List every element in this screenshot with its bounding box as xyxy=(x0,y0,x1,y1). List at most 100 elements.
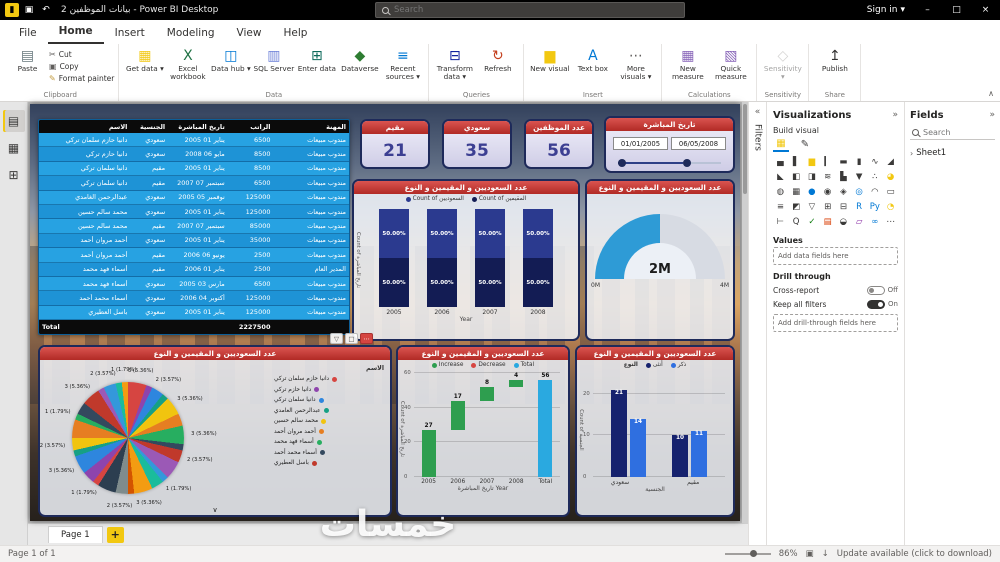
field-item-sheet1[interactable]: › Sheet1 xyxy=(910,144,995,162)
get-data-button[interactable]: ▦Get data ▾ xyxy=(123,46,166,73)
table-icon[interactable]: ⊞ xyxy=(820,200,835,214)
map-icon[interactable]: ● xyxy=(805,185,820,199)
legend-item[interactable]: باسل العطيري xyxy=(274,458,384,469)
keep-all-filters-toggle[interactable] xyxy=(867,300,885,309)
report-view-icon[interactable]: ▤ xyxy=(3,110,25,132)
legend-item[interactable]: عبدالرحمن الغامدي xyxy=(274,406,384,417)
tab-insert[interactable]: Insert xyxy=(104,23,156,44)
ribbon-chart-icon[interactable]: ≋ xyxy=(820,170,835,184)
recent-sources-button[interactable]: ≡Recent sources ▾ xyxy=(381,46,424,82)
fields-search-box[interactable] xyxy=(910,126,995,140)
table-row[interactable]: أحمد مروان أحمدسعودييناير 01 200535000من… xyxy=(39,234,349,248)
date-slicer[interactable]: تاريخ المباشرة 01/01/2005 06/05/2008 xyxy=(604,116,735,173)
stacked-bar-chart-visual[interactable]: عدد السعوديين و المقيمين و النوع Count o… xyxy=(352,179,580,341)
model-view-icon[interactable]: ⊞ xyxy=(3,164,25,186)
legend-item[interactable]: دانيا سلمان تركي xyxy=(274,395,384,406)
kpi-icon[interactable]: ◩ xyxy=(789,200,804,214)
paste-button[interactable]: ▤Paste xyxy=(6,46,49,73)
fit-to-page-icon[interactable]: ▣ xyxy=(806,549,814,559)
scatter-chart-icon[interactable]: ∴ xyxy=(868,170,883,184)
line-chart-icon[interactable]: ∿ xyxy=(868,155,883,169)
bar[interactable]: 21 xyxy=(611,390,627,477)
employee-table-visual[interactable]: الاسمالجنسيةتاريخ المباشرةالراتبالمهنة د… xyxy=(38,119,350,335)
cross-report-toggle[interactable] xyxy=(867,286,885,295)
funnel-chart-icon[interactable]: ▼ xyxy=(852,170,867,184)
add-page-button[interactable]: + xyxy=(107,527,124,543)
table-row[interactable]: محمد سالم حسينسعودييناير 01 2005125000من… xyxy=(39,205,349,219)
values-field-well[interactable]: Add data fields here xyxy=(773,247,898,265)
key-influencers-icon[interactable]: ◔ xyxy=(883,200,898,214)
gauge-visual[interactable]: عدد السعوديين و المقيمين و النوع 2M 0M 4… xyxy=(585,179,735,341)
pie-circle[interactable] xyxy=(72,382,184,494)
tab-file[interactable]: File xyxy=(8,23,48,44)
text-box-button[interactable]: AText box xyxy=(571,46,614,73)
metrics-icon[interactable]: ✓ xyxy=(805,215,820,229)
table-row[interactable]: دانيا سلمان تركيمقيمسبتمبر 07 20076500من… xyxy=(39,176,349,190)
waterfall-bar[interactable] xyxy=(509,380,523,387)
table-row[interactable]: أسماء فهد محمدسعوديمارس 03 20056500مندوب… xyxy=(39,277,349,291)
waterfall-chart-visual[interactable]: عدد السعوديين و المقيمين و النوع Increas… xyxy=(396,345,570,517)
azure-map-icon[interactable]: ◎ xyxy=(852,185,867,199)
treemap-icon[interactable]: ▦ xyxy=(789,185,804,199)
table-row[interactable]: أسماء فهد محمدمقيميناير 01 20062500المدي… xyxy=(39,263,349,277)
legend-item[interactable]: دانيا حازم سلمان تركي xyxy=(274,374,384,385)
excel-workbook-button[interactable]: XExcel workbook xyxy=(166,46,209,82)
pie-chart-icon[interactable]: ◕ xyxy=(883,170,898,184)
collapse-fields-icon[interactable]: » xyxy=(989,110,995,120)
bar[interactable]: 14 xyxy=(630,419,646,477)
waterfall-bar[interactable] xyxy=(451,401,465,430)
legend-item[interactable]: أسماء فهد محمد xyxy=(274,437,384,448)
get-more-visuals-icon[interactable]: ⋯ xyxy=(883,215,898,229)
filter-icon[interactable]: ▽ xyxy=(330,333,343,344)
collapse-visualizations-icon[interactable]: » xyxy=(892,110,898,120)
table-row[interactable]: أحمد مروان أحمدمقيميونيو 06 20062500مندو… xyxy=(39,248,349,262)
kpi-card-total-employees[interactable]: عدد الموظفين 56 xyxy=(524,119,594,169)
collapse-ribbon-icon[interactable]: ∧ xyxy=(988,89,994,98)
data-hub-button[interactable]: ◫Data hub ▾ xyxy=(209,46,252,73)
table-row[interactable]: دانيا سلمان تركيمقيميناير 01 20058500مند… xyxy=(39,162,349,176)
tab-modeling[interactable]: Modeling xyxy=(156,23,226,44)
python-visual-icon[interactable]: Py xyxy=(868,200,883,214)
power-apps-icon[interactable]: ▱ xyxy=(852,215,867,229)
slicer-icon[interactable]: ▽ xyxy=(805,200,820,214)
page-tab[interactable]: Page 1 xyxy=(48,526,103,543)
expand-filters-icon[interactable]: « xyxy=(755,107,761,117)
table-row[interactable]: باسل العطيريسعودييناير 01 2005125000مندو… xyxy=(39,306,349,320)
pie-chart-visual[interactable]: عدد السعوديين و المقيمين و النوع 3 (5.36… xyxy=(38,345,392,517)
legend-item[interactable]: أسماء محمد أحمد xyxy=(274,448,384,459)
waterfall-bar[interactable] xyxy=(538,380,552,477)
tab-view[interactable]: View xyxy=(226,23,273,44)
clustered-bar-chart-icon[interactable]: ▆ xyxy=(805,155,820,169)
publish-button[interactable]: ↥Publish xyxy=(813,46,856,73)
format-painter-button[interactable]: ✎Format painter xyxy=(49,73,114,84)
waterfall-bar[interactable] xyxy=(480,387,494,401)
stacked-area-chart-icon[interactable]: ◣ xyxy=(773,170,788,184)
gauge-icon[interactable]: ◠ xyxy=(868,185,883,199)
line-and-stacked-column-chart-icon[interactable]: ◧ xyxy=(789,170,804,184)
table-row[interactable]: محمد سالم حسينمقيمسبتمبر 07 200785000مند… xyxy=(39,219,349,233)
waterfall-chart-icon[interactable]: ▙ xyxy=(836,170,851,184)
100-stacked-bar-chart-icon[interactable]: ▬ xyxy=(836,155,851,169)
tab-home[interactable]: Home xyxy=(48,21,104,44)
more-options-icon[interactable]: ⋯ xyxy=(360,333,373,344)
100-stacked-column-chart-icon[interactable]: ▮ xyxy=(852,155,867,169)
bar[interactable]: 11 xyxy=(691,431,707,477)
table-row[interactable]: أسماء محمد أحمدسعوديأكتوبر 04 2006125000… xyxy=(39,291,349,305)
stacked-bar[interactable]: 50.00%50.00% xyxy=(427,209,457,307)
date-range-slider[interactable] xyxy=(618,159,721,168)
legend-item[interactable]: أحمد مروان أحمد xyxy=(274,427,384,438)
focus-mode-icon[interactable]: □ xyxy=(345,333,358,344)
fields-search-input[interactable] xyxy=(923,128,993,137)
multi-row-card-icon[interactable]: ≡ xyxy=(773,200,788,214)
copy-button[interactable]: ▣Copy xyxy=(49,61,114,72)
refresh-button[interactable]: ↻Refresh xyxy=(476,46,519,73)
slider-handle-start[interactable] xyxy=(618,159,626,167)
bar[interactable]: 10 xyxy=(672,435,688,477)
kpi-card-saudi[interactable]: سعودي 35 xyxy=(442,119,512,169)
slicer-end-date[interactable]: 06/05/2008 xyxy=(671,137,726,150)
slicer-start-date[interactable]: 01/01/2005 xyxy=(613,137,668,150)
card-icon[interactable]: ▭ xyxy=(883,185,898,199)
more-visuals-button[interactable]: ⋯More visuals ▾ xyxy=(614,46,657,82)
sign-in-button[interactable]: Sign in ▾ xyxy=(867,5,905,15)
sensitivity-button[interactable]: ◇Sensitivity ▾ xyxy=(761,46,804,82)
